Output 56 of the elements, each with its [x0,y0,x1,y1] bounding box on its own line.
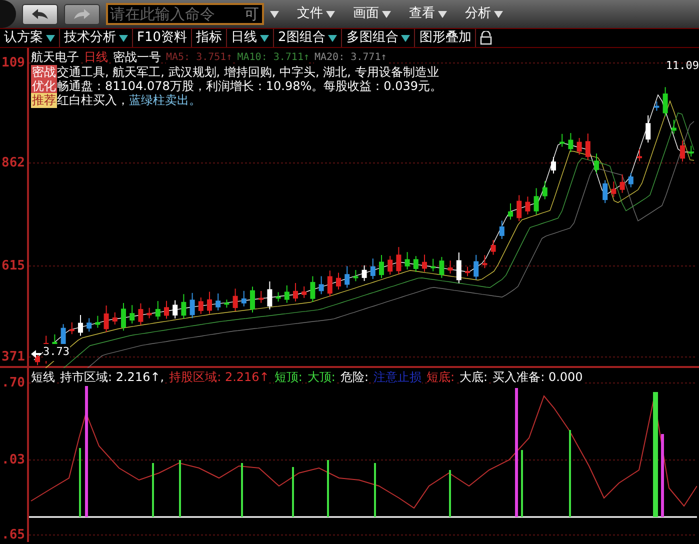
legend-text: 买入准备: 0.000 [492,370,583,385]
info-text: 蓝绿柱卖出。 [129,93,201,108]
caret-icon [270,10,279,18]
axis-label: .65 [2,526,25,544]
arrow-icon [31,350,41,358]
legend-text: 大底: [460,370,488,385]
command-input[interactable]: 请在此输入命令 可 [106,3,264,25]
caret-icon [326,10,335,18]
menu-item[interactable]: 文件 [297,4,335,24]
info-text: 红白柱买入， [57,93,129,108]
legend-text: 短底: [426,370,455,385]
axis-label: 109 [2,54,25,72]
tag-badge: 推荐 [31,93,57,108]
axis-label: 615 [2,257,25,276]
legend-text: 危险: [340,370,368,385]
legend-text: 大顶: [307,370,336,385]
menu-item[interactable]: 查看 [409,4,447,24]
title-text: 密战一号 [113,50,161,65]
title-text: 航天电子 [31,50,79,65]
curved-arrow-icon [31,8,49,20]
toolbar-tab[interactable]: 技术分析 [60,29,133,47]
round-button[interactable] [0,0,16,28]
axis-label: 862 [2,154,25,172]
title-text: 日线 [84,50,108,65]
menu-item[interactable]: 分析 [465,4,503,24]
legend-text: 注意止损 [374,370,422,385]
lock-icon[interactable] [480,31,492,45]
info-text: 交通工具, 航天军工, 武汉规划, 增持回购, 中字头, 湖北, 专用设备制造业 [57,65,439,79]
title-text: MA20: 3.771↑ [314,50,387,65]
title-text: MA5: 3.751↑ [166,50,232,65]
back-button[interactable] [22,4,58,24]
axis-label: 371 [2,348,25,366]
caret-icon [494,10,503,18]
menu-item[interactable]: 画面 [353,4,391,24]
price-label: 3.73 [43,344,70,360]
caret-icon [382,10,391,18]
toolbar-tab[interactable]: 图形叠加 [415,29,476,47]
legend-text: 持市区域: 2.216↑, [60,370,164,385]
legend-text: 短线 [31,370,55,385]
info-text: 畅通盘：81104.078万股，利润增长：10.98%。每股收益：0.039元。 [57,79,442,93]
toolbar-tab[interactable]: 多图组合 [342,29,416,47]
toolbar-tab[interactable]: 认方案 [0,29,60,47]
toolbar-tab[interactable]: 2图组合 [274,29,342,47]
axis-label: .03 [2,451,25,470]
title-text: MA10: 3.711↑ [237,50,310,65]
toolbar-tab[interactable]: 日线 [227,29,274,47]
legend-text: 短顶: [274,370,302,385]
curved-arrow-icon [73,8,91,20]
caret-icon [438,10,447,18]
legend-text: 持股区域: 2.216↑ [169,370,270,385]
input-hint: 可 [244,5,259,23]
axis-label: .70 [2,374,25,392]
price-label: 11.09 [666,58,699,74]
toolbar-tab[interactable]: 指标 [192,29,228,47]
tag-badge: 密战优化 [31,65,57,93]
toolbar-tab[interactable]: F10资料 [133,29,192,47]
